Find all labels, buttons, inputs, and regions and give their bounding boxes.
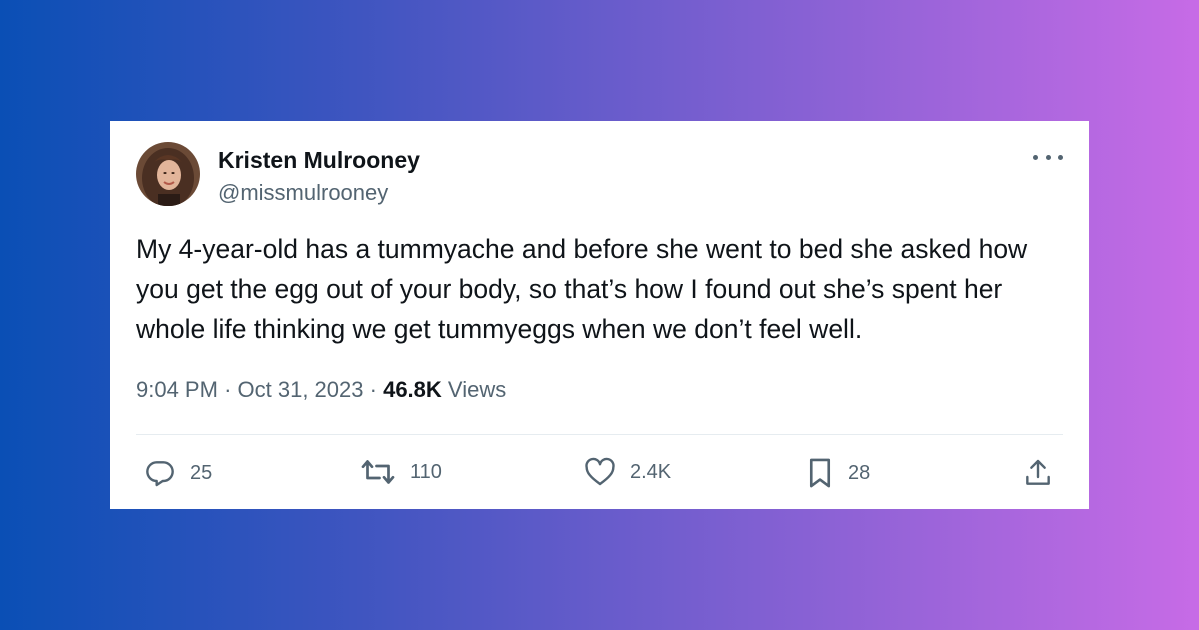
tweet-date[interactable]: Oct 31, 2023 xyxy=(238,377,364,402)
bookmark-button[interactable]: 28 xyxy=(806,457,870,489)
meta-separator: · xyxy=(369,377,377,402)
retweet-icon xyxy=(360,457,396,487)
views-label: Views xyxy=(447,377,507,402)
tweet-metadata: 9:04 PM · Oct 31, 2023 · 46.8K Views xyxy=(136,377,506,403)
heart-icon xyxy=(584,457,616,487)
author-name[interactable]: Kristen Mulrooney xyxy=(218,147,420,174)
divider xyxy=(136,434,1063,435)
author-handle[interactable]: @missmulrooney xyxy=(218,180,388,206)
bookmark-icon xyxy=(806,457,834,489)
avatar[interactable] xyxy=(136,142,200,206)
retweet-button[interactable]: 110 xyxy=(360,457,442,487)
reply-icon xyxy=(144,457,176,489)
tweet-card: Kristen Mulrooney @missmulrooney My 4-ye… xyxy=(110,121,1089,509)
tweet-time[interactable]: 9:04 PM xyxy=(136,377,218,402)
reply-button[interactable]: 25 xyxy=(144,457,212,489)
like-button[interactable]: 2.4K xyxy=(584,457,671,487)
tweet-text: My 4-year-old has a tummyache and before… xyxy=(136,234,1028,344)
share-icon xyxy=(1022,457,1054,489)
share-button[interactable] xyxy=(1022,457,1054,489)
like-count: 2.4K xyxy=(630,460,672,483)
reply-count: 25 xyxy=(190,461,213,484)
more-options-icon[interactable] xyxy=(1033,149,1063,165)
meta-separator: · xyxy=(224,377,232,402)
retweet-count: 110 xyxy=(410,460,442,483)
bookmark-count: 28 xyxy=(848,461,871,484)
views-count: 46.8K xyxy=(383,377,442,402)
